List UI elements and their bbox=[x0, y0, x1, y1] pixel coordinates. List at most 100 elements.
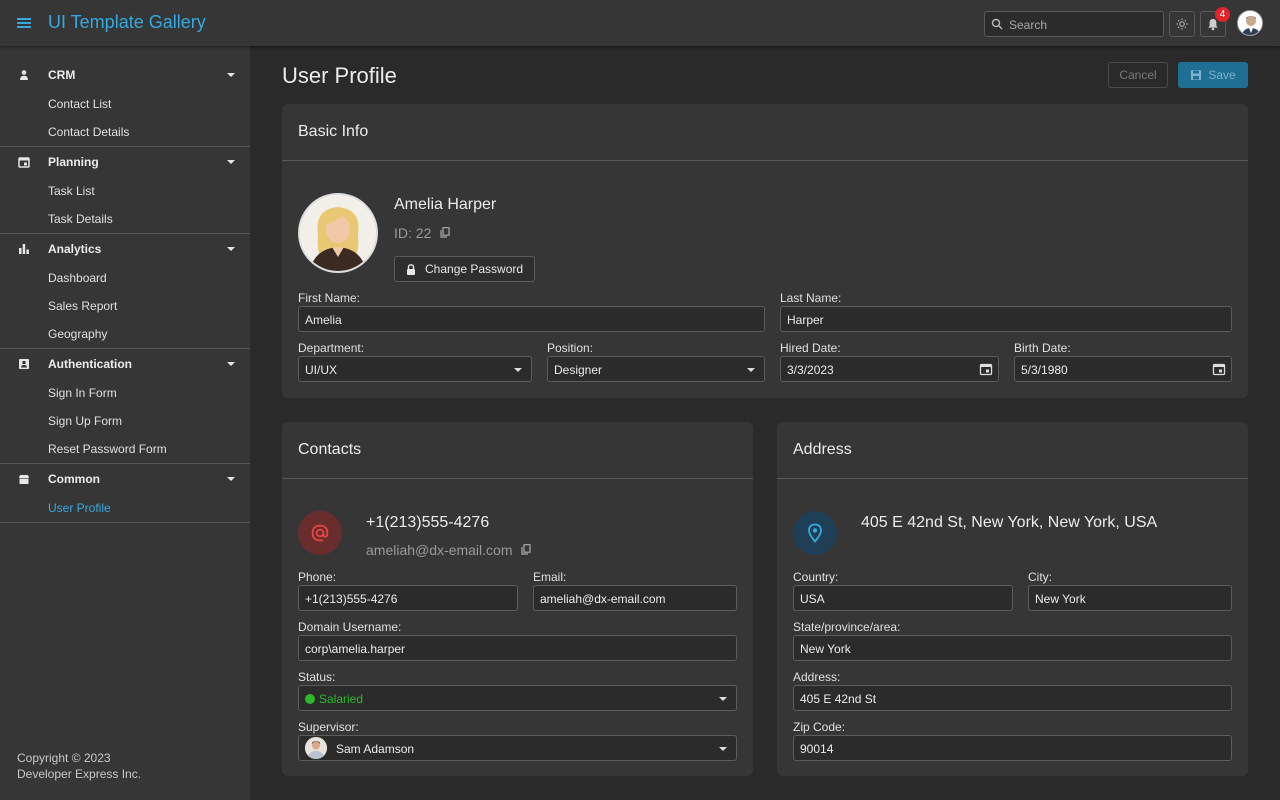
basic-info-card: Basic Info bbox=[282, 104, 1248, 398]
copyright-company: Developer Express Inc. bbox=[17, 767, 142, 781]
supervisor-label: Supervisor: bbox=[298, 720, 359, 734]
save-button[interactable]: Save bbox=[1178, 62, 1248, 88]
nav-group-analytics[interactable]: Analytics bbox=[0, 234, 250, 264]
sidebar-item-contact-list[interactable]: Contact List bbox=[0, 90, 250, 118]
sidebar-item-geography[interactable]: Geography bbox=[0, 320, 250, 348]
last-name-field[interactable]: Harper bbox=[780, 306, 1232, 332]
first-name-label: First Name: bbox=[298, 291, 361, 305]
card-divider bbox=[777, 478, 1248, 479]
profile-id: ID: 22 bbox=[394, 225, 432, 241]
box-icon bbox=[18, 473, 30, 485]
nav-group-label: Common bbox=[48, 472, 100, 486]
cancel-button[interactable]: Cancel bbox=[1108, 62, 1168, 88]
domain-username-field[interactable]: corp\amelia.harper bbox=[298, 635, 737, 661]
state-label: State/province/area: bbox=[793, 620, 901, 634]
location-circle bbox=[793, 511, 837, 555]
phone-field[interactable]: +1(213)555-4276 bbox=[298, 585, 518, 611]
state-field[interactable]: New York bbox=[793, 635, 1232, 661]
sidebar-item-task-list[interactable]: Task List bbox=[0, 177, 250, 205]
city-field[interactable]: New York bbox=[1028, 585, 1232, 611]
position-select[interactable]: Designer bbox=[547, 356, 765, 382]
last-name-label: Last Name: bbox=[780, 291, 842, 305]
copy-id-icon[interactable] bbox=[440, 227, 450, 238]
sidebar-item-dashboard[interactable]: Dashboard bbox=[0, 264, 250, 292]
email-circle bbox=[298, 511, 342, 555]
search-box[interactable] bbox=[984, 11, 1164, 37]
page-title: User Profile bbox=[282, 63, 397, 88]
nav-group-authentication[interactable]: Authentication bbox=[0, 349, 250, 379]
dropdown-arrow-icon bbox=[719, 697, 727, 702]
department-select[interactable]: UI/UX bbox=[298, 356, 532, 382]
contact-email-display: ameliah@dx-email.com bbox=[366, 542, 513, 558]
zip-code-label: Zip Code: bbox=[793, 720, 846, 734]
nav-group-label: Authentication bbox=[48, 357, 132, 371]
dropdown-arrow-icon bbox=[514, 368, 522, 373]
map-pin-icon bbox=[806, 523, 824, 543]
nav-group-common[interactable]: Common bbox=[0, 464, 250, 494]
sidebar-item-user-profile[interactable]: User Profile bbox=[0, 494, 250, 522]
card-title: Basic Info bbox=[298, 123, 369, 140]
bar-chart-icon bbox=[18, 243, 30, 255]
lock-icon bbox=[406, 263, 416, 275]
copyright-line: Copyright © 2023 bbox=[17, 751, 111, 765]
copy-email-icon[interactable] bbox=[521, 544, 531, 555]
sidebar-item-reset-password-form[interactable]: Reset Password Form bbox=[0, 435, 250, 463]
hamburger-menu-icon[interactable] bbox=[14, 13, 34, 33]
save-icon bbox=[1190, 69, 1202, 81]
contact-phone-display: +1(213)555-4276 bbox=[366, 514, 490, 531]
sidebar-item-contact-details[interactable]: Contact Details bbox=[0, 118, 250, 146]
sidebar: CRM Contact List Contact Details Plannin… bbox=[0, 46, 250, 800]
dropdown-arrow-icon bbox=[719, 747, 727, 752]
card-divider bbox=[282, 478, 753, 479]
email-label: Email: bbox=[533, 570, 567, 584]
status-dot bbox=[305, 694, 315, 704]
sidebar-item-sign-up-form[interactable]: Sign Up Form bbox=[0, 407, 250, 435]
chevron-down-icon bbox=[226, 361, 236, 367]
at-sign-icon bbox=[310, 523, 330, 543]
street-address-label: Address: bbox=[793, 670, 841, 684]
card-title: Contacts bbox=[298, 441, 362, 458]
app-title[interactable]: UI Template Gallery bbox=[48, 12, 206, 33]
chevron-down-icon bbox=[226, 246, 236, 252]
calendar-icon bbox=[18, 156, 30, 168]
nav-divider bbox=[0, 522, 250, 523]
hired-date-field[interactable]: 3/3/2023 bbox=[780, 356, 999, 382]
street-address-field[interactable]: 405 E 42nd St bbox=[793, 685, 1232, 711]
nav-group-crm[interactable]: CRM bbox=[0, 60, 250, 90]
notification-count-badge: 4 bbox=[1215, 7, 1230, 22]
theme-toggle-button[interactable] bbox=[1169, 11, 1195, 37]
profile-name: Amelia Harper bbox=[394, 196, 497, 213]
id-badge-icon bbox=[18, 358, 30, 370]
search-input[interactable] bbox=[1009, 16, 1159, 33]
change-password-button[interactable]: Change Password bbox=[394, 256, 535, 282]
phone-label: Phone: bbox=[298, 570, 337, 584]
profile-photo bbox=[298, 193, 378, 273]
nav-group-planning[interactable]: Planning bbox=[0, 147, 250, 177]
birth-date-field[interactable]: 5/3/1980 bbox=[1014, 356, 1232, 382]
chevron-down-icon bbox=[226, 159, 236, 165]
nav-group-label: CRM bbox=[48, 68, 76, 82]
department-label: Department: bbox=[298, 341, 365, 355]
sidebar-item-sign-in-form[interactable]: Sign In Form bbox=[0, 379, 250, 407]
calendar-icon[interactable] bbox=[979, 362, 993, 376]
calendar-icon[interactable] bbox=[1212, 362, 1226, 376]
email-field[interactable]: ameliah@dx-email.com bbox=[533, 585, 737, 611]
zip-code-field[interactable]: 90014 bbox=[793, 735, 1232, 761]
user-avatar[interactable] bbox=[1237, 10, 1263, 36]
first-name-field[interactable]: Amelia bbox=[298, 306, 765, 332]
chevron-down-icon bbox=[226, 72, 236, 78]
status-select[interactable]: Salaried bbox=[298, 685, 737, 711]
birth-date-label: Birth Date: bbox=[1014, 341, 1071, 355]
supervisor-avatar bbox=[305, 737, 327, 759]
supervisor-select[interactable]: Sam Adamson bbox=[298, 735, 737, 761]
position-label: Position: bbox=[547, 341, 594, 355]
country-field[interactable]: USA bbox=[793, 585, 1013, 611]
sidebar-item-sales-report[interactable]: Sales Report bbox=[0, 292, 250, 320]
notifications-button[interactable]: 4 bbox=[1200, 7, 1230, 37]
hired-date-label: Hired Date: bbox=[780, 341, 841, 355]
country-label: Country: bbox=[793, 570, 839, 584]
search-icon bbox=[991, 18, 1003, 30]
copyright: Copyright © 2023 Developer Express Inc. bbox=[17, 750, 141, 782]
nav-group-label: Planning bbox=[48, 155, 99, 169]
sidebar-item-task-details[interactable]: Task Details bbox=[0, 205, 250, 233]
